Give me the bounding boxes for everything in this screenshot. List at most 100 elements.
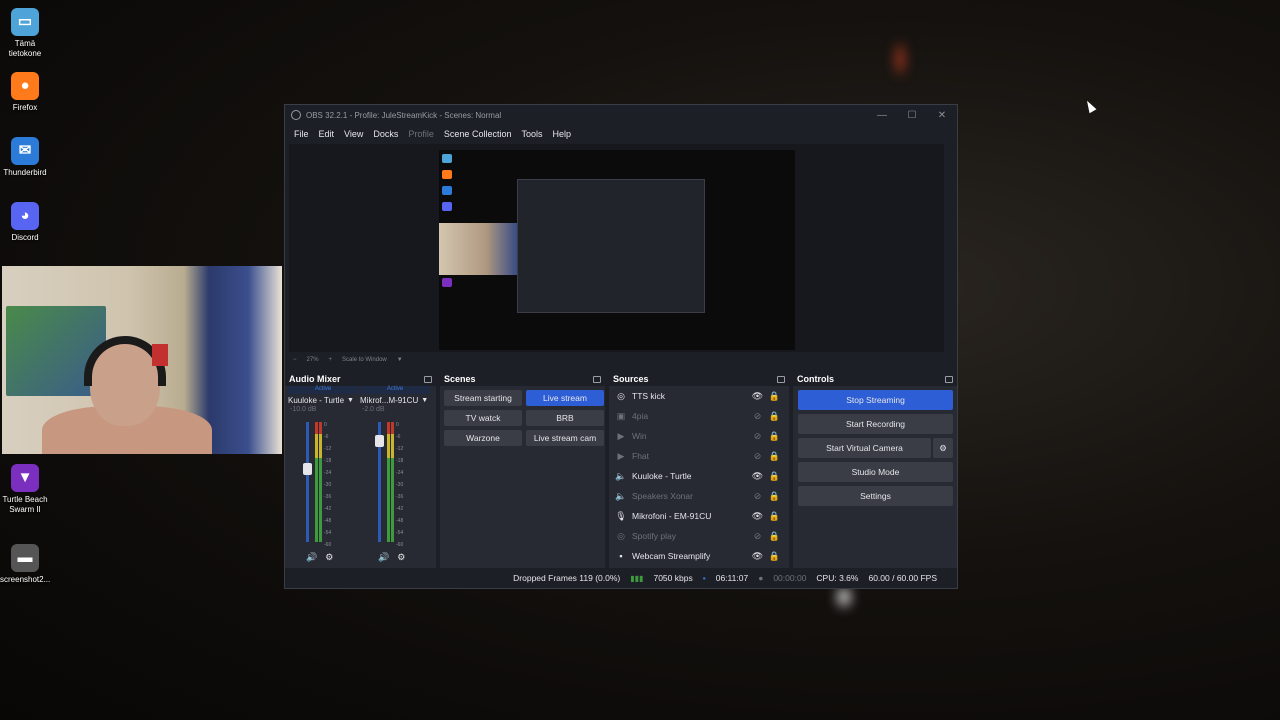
scene-button[interactable]: Warzone — [444, 430, 522, 446]
channel-name-dropdown[interactable]: Mikrof...M-91CU ▼ — [360, 394, 430, 406]
chevron-down-icon[interactable]: ▼ — [397, 357, 403, 363]
source-row[interactable]: ◎ Spotify play ⊘ 🔒 — [609, 526, 789, 546]
minimize-icon[interactable]: — — [867, 110, 897, 121]
meter-tick: -6 — [324, 434, 329, 440]
menu-tools[interactable]: Tools — [516, 129, 547, 139]
thunderbird-icon: ✉ — [11, 137, 39, 165]
scene-button[interactable]: Stream starting — [444, 390, 522, 406]
source-row[interactable]: 🎙 Mikrofoni - EM-91CU 👁 🔒 — [609, 506, 789, 526]
preview-area[interactable] — [289, 144, 944, 352]
eye-icon[interactable]: 👁 — [749, 511, 766, 522]
lock-icon[interactable]: 🔒 — [766, 451, 783, 462]
eye-icon[interactable]: 👁 — [749, 471, 766, 482]
lock-icon[interactable]: 🔒 — [766, 551, 783, 562]
gear-icon[interactable]: ⚙ — [325, 552, 333, 563]
sources-dock: Sources ◎ TTS kick 👁 🔒 ▣ 4pia ⊘ 🔒 ▶ Win ⊘ 🔒 ▶ Fhat ⊘ 🔒 🔈… — [609, 372, 789, 568]
menu-help[interactable]: Help — [547, 129, 576, 139]
camera-icon: ▪ — [619, 551, 623, 561]
source-row[interactable]: ▶ Win ⊘ 🔒 — [609, 426, 789, 446]
obs-logo-icon — [291, 110, 301, 120]
eye-off-icon[interactable]: ⊘ — [749, 431, 766, 442]
volume-slider-handle[interactable] — [375, 435, 384, 447]
source-row[interactable]: 🔈 Kuuloke - Turtle 👁 🔒 — [609, 466, 789, 486]
source-name: Fhat — [632, 451, 650, 461]
source-row[interactable]: ◎ TTS kick 👁 🔒 — [609, 386, 789, 406]
fps: 60.00 / 60.00 FPS — [868, 573, 937, 583]
title-bar[interactable]: OBS 32.2.1 - Profile: JuleStreamKick - S… — [285, 105, 957, 125]
gear-icon[interactable]: ⚙ — [397, 552, 405, 563]
menu-profile[interactable]: Profile — [403, 129, 439, 139]
chevron-down-icon: ▼ — [347, 396, 354, 404]
menu-view[interactable]: View — [339, 129, 368, 139]
eye-off-icon[interactable]: ⊘ — [749, 451, 766, 462]
stop-streaming-button[interactable]: Stop Streaming — [798, 390, 953, 410]
preview-canvas — [439, 150, 795, 350]
media-icon: ▶ — [617, 430, 625, 441]
scene-button[interactable]: Live stream — [526, 390, 604, 406]
mixer-channel: Active Mikrof...M-91CU ▼ -2.0 dB 0 -6 -12 -18 -2… — [360, 386, 430, 566]
desktop-icon-5[interactable]: ▬ screenshot2... — [0, 544, 50, 585]
undock-icon[interactable] — [945, 375, 953, 383]
speaker-icon[interactable]: 🔊 — [378, 552, 389, 563]
controls-title: Controls — [797, 374, 834, 384]
source-row[interactable]: ▣ 4pia ⊘ 🔒 — [609, 406, 789, 426]
source-row[interactable]: ▶ Fhat ⊘ 🔒 — [609, 446, 789, 466]
start-virtual-camera-button[interactable]: Start Virtual Camera — [798, 438, 931, 458]
desktop-icon-0[interactable]: ▭ Tämä tietokone — [0, 8, 50, 59]
source-row[interactable]: ▪ Webcam Streamplify 👁 🔒 — [609, 546, 789, 566]
menu-file[interactable]: File — [289, 129, 314, 139]
studio-mode-button[interactable]: Studio Mode — [798, 462, 953, 482]
speaker-icon[interactable]: 🔊 — [306, 552, 317, 563]
source-row[interactable]: 🔈 Speakers Xonar ⊘ 🔒 — [609, 486, 789, 506]
microphone-icon: 🎙 — [615, 510, 627, 521]
gear-icon[interactable]: ⚙ — [933, 438, 953, 458]
lock-icon[interactable]: 🔒 — [766, 491, 783, 502]
eye-off-icon[interactable]: ⊘ — [749, 491, 766, 502]
scene-button[interactable]: BRB — [526, 410, 604, 426]
lock-icon[interactable]: 🔒 — [766, 531, 783, 542]
eye-off-icon[interactable]: ⊘ — [749, 411, 766, 422]
channel-name-dropdown[interactable]: Kuuloke - Turtle ▼ — [288, 394, 358, 406]
meter-ticks: 0 -6 -12 -18 -24 -30 -36 -42 -48 -54 -60 — [396, 422, 403, 554]
maximize-icon[interactable]: ☐ — [897, 110, 927, 121]
meter-tick: 0 — [324, 422, 327, 428]
undock-icon[interactable] — [424, 375, 432, 383]
undock-icon[interactable] — [777, 375, 785, 383]
lock-icon[interactable]: 🔒 — [766, 471, 783, 482]
desktop-icon-2[interactable]: ✉ Thunderbird — [0, 137, 50, 178]
zoom-mode-dropdown[interactable]: Scale to Window — [342, 357, 387, 363]
zoom-out-button[interactable]: − — [293, 357, 297, 363]
source-name: Win — [632, 431, 647, 441]
settings-button[interactable]: Settings — [798, 486, 953, 506]
lock-icon[interactable]: 🔒 — [766, 431, 783, 442]
desktop-icon-1[interactable]: ● Firefox — [0, 72, 50, 113]
zoom-in-button[interactable]: + — [329, 357, 333, 363]
undock-icon[interactable] — [593, 375, 601, 383]
desktop-icon-3[interactable]: ◕ Discord — [0, 202, 50, 243]
desktop-icon-4[interactable]: ▼ Turtle Beach Swarm II — [0, 464, 50, 515]
eye-off-icon[interactable]: ⊘ — [749, 531, 766, 542]
obs-window[interactable]: OBS 32.2.1 - Profile: JuleStreamKick - S… — [284, 104, 958, 589]
red-object — [152, 344, 168, 366]
scene-button[interactable]: Live stream cam — [526, 430, 604, 446]
eye-icon[interactable]: 👁 — [749, 391, 766, 402]
desktop-icon-label: Thunderbird — [3, 168, 47, 177]
volume-slider[interactable] — [306, 422, 309, 542]
preview-desktop-icon — [442, 186, 452, 195]
speaker-icon: 🔈 — [615, 490, 627, 501]
scenes-title: Scenes — [444, 374, 476, 384]
menu-docks[interactable]: Docks — [368, 129, 403, 139]
eye-icon[interactable]: 👁 — [749, 551, 766, 562]
webcam-overlay — [2, 266, 282, 454]
meter-tick: -54 — [324, 530, 332, 536]
menu-edit[interactable]: Edit — [314, 129, 340, 139]
firefox-icon: ● — [11, 72, 39, 100]
menu-scene-collection[interactable]: Scene Collection — [439, 129, 517, 139]
close-icon[interactable]: ✕ — [927, 110, 957, 121]
scene-button[interactable]: TV watck — [444, 410, 522, 426]
lock-icon[interactable]: 🔒 — [766, 391, 783, 402]
lock-icon[interactable]: 🔒 — [766, 411, 783, 422]
start-recording-button[interactable]: Start Recording — [798, 414, 953, 434]
lock-icon[interactable]: 🔒 — [766, 511, 783, 522]
volume-slider-handle[interactable] — [303, 463, 312, 475]
